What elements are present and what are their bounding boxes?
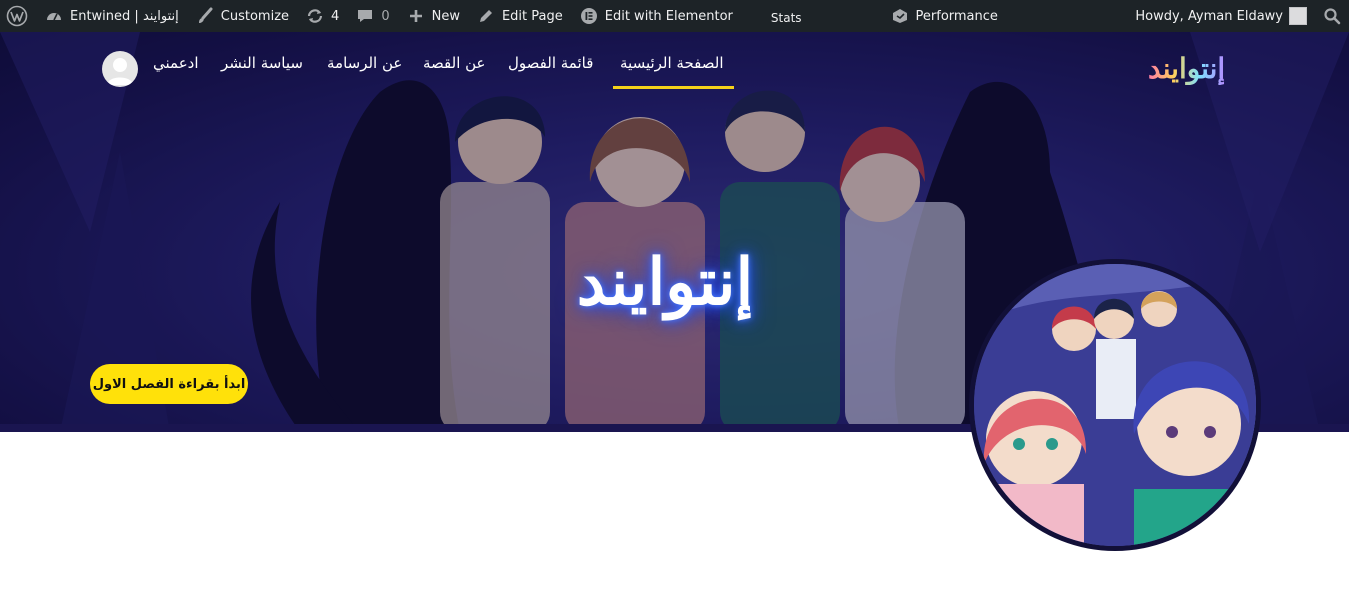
paintbrush-icon xyxy=(195,6,215,26)
nav-item-publishing-policy[interactable]: سياسة النشر xyxy=(221,54,303,72)
nav-item-chapters[interactable]: قائمة الفصول xyxy=(508,54,593,72)
plus-icon xyxy=(406,6,426,26)
nav-item-about-artist[interactable]: عن الرسامة xyxy=(327,54,402,72)
howdy-label: Howdy, Ayman Eldawy xyxy=(1135,8,1283,24)
customize-link[interactable]: Customize xyxy=(187,0,297,32)
wordpress-logo-button[interactable] xyxy=(0,0,36,32)
comment-icon xyxy=(355,6,375,26)
edit-elementor-label: Edit with Elementor xyxy=(604,8,733,24)
site-name-link[interactable]: Entwined | إنتوايند xyxy=(36,0,187,32)
comments-link[interactable]: 0 xyxy=(347,0,397,32)
edit-page-link[interactable]: Edit Page xyxy=(468,0,571,32)
wordpress-logo-icon xyxy=(6,5,28,27)
updates-icon xyxy=(305,6,325,26)
start-reading-button[interactable]: ابدأ بقراءة الفصل الاول xyxy=(90,364,248,404)
main-navigation: الصفحة الرئيسية قائمة الفصول عن القصة عن… xyxy=(0,32,1349,92)
cover-art-circle xyxy=(969,259,1261,551)
new-content-link[interactable]: New xyxy=(398,0,468,32)
admin-bar: Entwined | إنتوايند Customize 4 0 New Ed… xyxy=(0,0,1349,32)
site-name-label: Entwined | إنتوايند xyxy=(70,8,179,24)
new-label: New xyxy=(431,8,460,24)
user-icon xyxy=(107,58,133,85)
nav-user-avatar[interactable] xyxy=(102,51,138,87)
pencil-icon xyxy=(476,6,496,26)
cover-illustration xyxy=(974,264,1256,546)
stats-link[interactable]: Stats xyxy=(763,0,810,32)
stats-label: Stats xyxy=(770,10,802,25)
nav-item-about-story[interactable]: عن القصة xyxy=(423,54,486,72)
updates-link[interactable]: 4 xyxy=(297,0,347,32)
customize-label: Customize xyxy=(220,8,290,24)
edit-elementor-link[interactable]: Edit with Elementor xyxy=(571,0,741,32)
performance-icon xyxy=(890,6,910,26)
hero-title: إنتوايند xyxy=(576,245,754,320)
performance-link[interactable]: Performance xyxy=(882,0,1006,32)
updates-count: 4 xyxy=(331,8,340,24)
site-logo[interactable]: إنتوايند xyxy=(1148,52,1225,85)
my-account-link[interactable]: Howdy, Ayman Eldawy xyxy=(1127,0,1315,32)
comments-count: 0 xyxy=(381,8,390,24)
user-avatar xyxy=(1289,7,1307,25)
nav-item-home[interactable]: الصفحة الرئيسية xyxy=(620,54,724,72)
dashboard-icon xyxy=(44,6,64,26)
edit-page-label: Edit Page xyxy=(501,8,563,24)
search-icon xyxy=(1323,7,1341,25)
nav-active-indicator xyxy=(613,86,734,89)
admin-search-button[interactable] xyxy=(1315,0,1349,32)
performance-label: Performance xyxy=(915,8,998,24)
elementor-icon xyxy=(579,6,599,26)
nav-item-support-me[interactable]: ادعمني xyxy=(153,54,199,72)
